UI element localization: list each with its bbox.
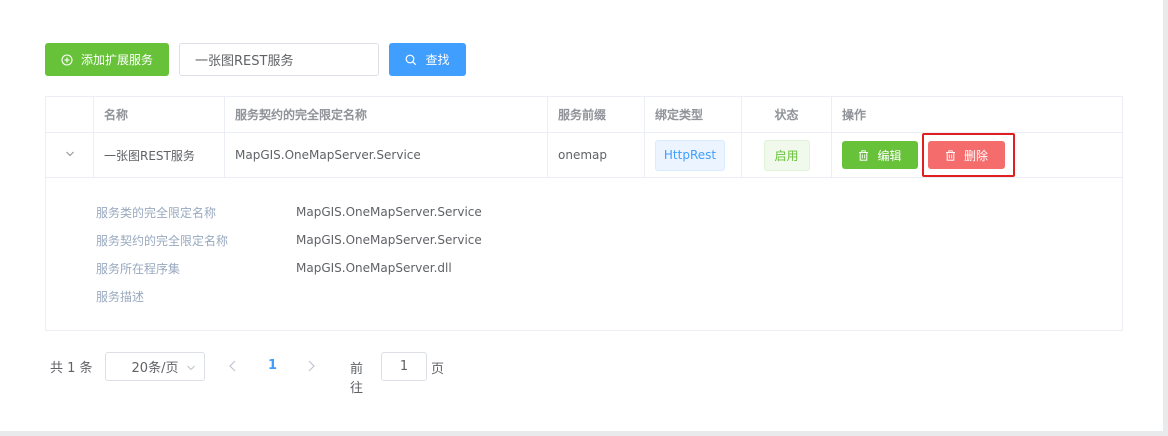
row-contract: MapGIS.OneMapServer.Service bbox=[225, 133, 548, 177]
binding-tag: HttpRest bbox=[655, 139, 725, 171]
header-status: 状态 bbox=[742, 97, 832, 132]
detail-row: 服务所在程序集 MapGIS.OneMapServer.dll bbox=[96, 258, 452, 278]
service-table: 名称 服务契约的完全限定名称 服务前缀 绑定类型 状态 操作 一张图REST服务… bbox=[45, 96, 1123, 331]
row-binding-cell: HttpRest bbox=[645, 133, 742, 177]
goto-unit: 页 bbox=[431, 362, 445, 377]
table-header: 名称 服务契约的完全限定名称 服务前缀 绑定类型 状态 操作 bbox=[46, 97, 1122, 133]
next-page-icon[interactable] bbox=[306, 359, 316, 376]
total-count: 共 1 条 bbox=[50, 361, 93, 376]
detail-label: 服务类的完全限定名称 bbox=[96, 205, 217, 220]
edit-button[interactable]: 编辑 bbox=[842, 141, 918, 169]
add-service-button[interactable]: 添加扩展服务 bbox=[45, 43, 169, 76]
goto-label: 前往 bbox=[350, 362, 364, 396]
detail-value: MapGIS.OneMapServer.dll bbox=[296, 261, 452, 275]
expand-toggle[interactable] bbox=[46, 133, 94, 177]
status-badge: 启用 bbox=[763, 139, 810, 171]
header-prefix: 服务前缀 bbox=[548, 97, 645, 132]
plus-circle-icon bbox=[61, 53, 73, 66]
row-status-cell: 启用 bbox=[742, 133, 832, 177]
pagination: 共 1 条 20条/页 1 前往 页 bbox=[50, 352, 444, 396]
main-panel: 添加扩展服务 查找 名称 服务契约的完全限定名称 服务前缀 绑定类型 状态 操作 bbox=[0, 0, 1163, 431]
add-service-label: 添加扩展服务 bbox=[80, 53, 153, 67]
search-input[interactable] bbox=[179, 43, 379, 76]
row-actions: 编辑 删除 bbox=[832, 133, 1122, 177]
search-button[interactable]: 查找 bbox=[389, 43, 466, 76]
detail-row: 服务类的完全限定名称 MapGIS.OneMapServer.Service bbox=[96, 202, 482, 222]
detail-label: 服务描述 bbox=[96, 289, 145, 304]
delete-label: 删除 bbox=[963, 148, 988, 163]
page-number[interactable]: 1 bbox=[268, 358, 277, 373]
search-label: 查找 bbox=[425, 53, 450, 67]
header-contract: 服务契约的完全限定名称 bbox=[225, 97, 548, 132]
page-size-select[interactable]: 20条/页 bbox=[105, 352, 205, 381]
detail-label: 服务所在程序集 bbox=[96, 261, 181, 276]
delete-button[interactable]: 删除 bbox=[928, 141, 1005, 169]
table-row: 一张图REST服务 MapGIS.OneMapServer.Service on… bbox=[46, 133, 1122, 178]
detail-value: MapGIS.OneMapServer.Service bbox=[296, 205, 482, 219]
expanded-details: 服务类的完全限定名称 MapGIS.OneMapServer.Service 服… bbox=[46, 179, 1122, 329]
row-prefix: onemap bbox=[548, 133, 645, 177]
page-size-value: 20条/页 bbox=[131, 361, 179, 376]
trash-icon bbox=[858, 149, 869, 161]
header-expand bbox=[46, 97, 94, 132]
header-actions: 操作 bbox=[842, 108, 867, 122]
search-icon bbox=[405, 54, 417, 66]
goto-input[interactable] bbox=[381, 352, 427, 381]
header-binding: 绑定类型 bbox=[645, 97, 742, 132]
edit-label: 编辑 bbox=[877, 148, 902, 163]
chevron-down-icon bbox=[65, 148, 75, 162]
detail-value: MapGIS.OneMapServer.Service bbox=[296, 233, 482, 247]
chevron-down-icon bbox=[186, 362, 196, 377]
trash-icon bbox=[945, 149, 956, 161]
prev-page-icon[interactable] bbox=[228, 359, 238, 376]
header-name: 名称 bbox=[94, 97, 225, 132]
detail-row: 服务描述 bbox=[96, 286, 296, 306]
detail-row: 服务契约的完全限定名称 MapGIS.OneMapServer.Service bbox=[96, 230, 482, 250]
detail-label: 服务契约的完全限定名称 bbox=[96, 233, 229, 248]
row-name: 一张图REST服务 bbox=[94, 133, 225, 177]
